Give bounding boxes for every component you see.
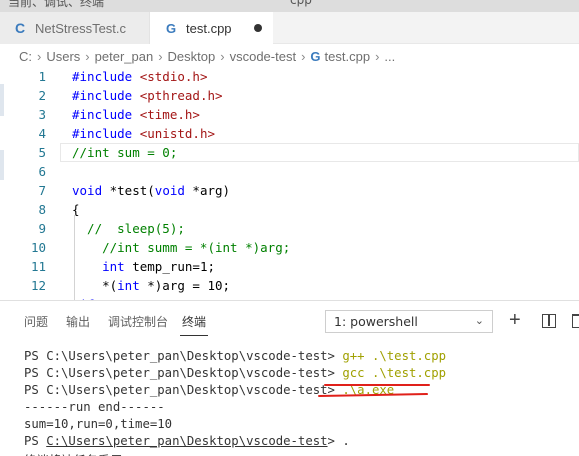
- code-text: #include <unistd.h>: [72, 126, 215, 141]
- code-text: int temp_run=1;: [102, 259, 215, 274]
- breadcrumb-item[interactable]: Desktop: [168, 49, 216, 64]
- line-number: 10: [30, 240, 46, 255]
- code-line[interactable]: 12 *(int *)arg = 10;: [0, 276, 579, 295]
- tab-problems[interactable]: 问题: [24, 313, 48, 330]
- code-text: #include <stdio.h>: [72, 69, 208, 84]
- terminal-line: PS C:\Users\peter_pan\Desktop\vscode-tes…: [24, 349, 447, 363]
- tab-test-cpp[interactable]: G test.cpp: [150, 12, 273, 44]
- code-line[interactable]: 7 void *test(void *arg): [0, 181, 579, 200]
- terminal-line: ------run end------: [24, 400, 165, 414]
- terminal-panel: 问题 输出 调试控制台 终端 1: powershell ⌄ + PS C:\U…: [0, 300, 579, 456]
- tab-netstresstest[interactable]: C NetStressTest.c: [0, 12, 150, 44]
- chevron-right-icon: ›: [158, 48, 163, 64]
- breadcrumb-item[interactable]: Users: [46, 49, 80, 64]
- cpp-file-icon: G: [310, 48, 321, 64]
- tab-output[interactable]: 输出: [66, 313, 90, 330]
- terminal-select-value: 1: powershell: [334, 314, 418, 329]
- chevron-right-icon: ›: [220, 48, 225, 64]
- line-number: 9: [38, 221, 46, 236]
- line-number: 3: [38, 107, 46, 122]
- terminal-line: PS C:\Users\peter_pan\Desktop\vscode-tes…: [24, 434, 350, 448]
- chevron-down-icon: ⌄: [474, 314, 484, 327]
- terminal-line: sum=10,run=0,time=10: [24, 417, 173, 431]
- code-line[interactable]: 2 #include <pthread.h>: [0, 86, 579, 105]
- code-line[interactable]: 1 #include <stdio.h>: [0, 67, 579, 86]
- trash-icon[interactable]: [572, 314, 579, 328]
- code-text: //int sum = 0;: [72, 145, 178, 160]
- line-number: 2: [38, 88, 46, 103]
- terminal-select[interactable]: 1: powershell ⌄: [325, 310, 493, 333]
- line-number: 11: [30, 259, 46, 274]
- split-terminal-icon[interactable]: [542, 314, 556, 328]
- code-text: *(int *)arg = 10;: [72, 278, 231, 293]
- code-text: #include <pthread.h>: [72, 88, 223, 103]
- title-bar-text-right: cpp: [290, 0, 312, 7]
- line-number: 1: [38, 69, 46, 84]
- code-text: // sleep(5);: [72, 221, 185, 236]
- line-number: 8: [38, 202, 46, 217]
- unsaved-dot-icon[interactable]: [253, 24, 262, 32]
- title-bar: 当前、调试、终端 cpp: [0, 0, 579, 12]
- code-line[interactable]: 5 //int sum = 0;: [0, 143, 579, 162]
- tab-label: test.cpp: [186, 20, 232, 36]
- code-line[interactable]: 6: [0, 162, 579, 181]
- code-line[interactable]: 3 #include <time.h>: [0, 105, 579, 124]
- terminal-line: PS C:\Users\peter_pan\Desktop\vscode-tes…: [24, 366, 447, 380]
- cpp-file-icon: G: [166, 20, 177, 36]
- editor-tab-bar: C NetStressTest.c G test.cpp: [0, 12, 579, 44]
- line-number: 4: [38, 126, 46, 141]
- breadcrumb-item[interactable]: ...: [384, 49, 395, 64]
- line-number: 5: [38, 145, 46, 160]
- code-text: #include <time.h>: [72, 107, 200, 122]
- line-number: 6: [38, 164, 46, 179]
- breadcrumb: C: › Users › peter_pan › Desktop › vscod…: [0, 45, 579, 67]
- code-line[interactable]: 9 // sleep(5);: [0, 219, 579, 238]
- line-number: 12: [30, 278, 46, 293]
- code-line[interactable]: 10 //int summ = *(int *)arg;: [0, 238, 579, 257]
- breadcrumb-item[interactable]: C:: [19, 49, 32, 64]
- code-text: void *test(void *arg): [72, 183, 231, 198]
- breadcrumb-item[interactable]: peter_pan: [95, 49, 154, 64]
- plus-icon[interactable]: +: [509, 309, 521, 332]
- code-text: //int summ = *(int *)arg;: [72, 240, 291, 255]
- red-annotation-underline: [324, 384, 430, 386]
- code-text: {: [72, 202, 80, 217]
- panel-tab-bar: 问题 输出 调试控制台 终端 1: powershell ⌄ +: [0, 301, 579, 343]
- breadcrumb-item[interactable]: test.cpp: [325, 49, 371, 64]
- code-line[interactable]: 11 int temp_run=1;: [0, 257, 579, 276]
- tab-terminal[interactable]: 终端: [179, 313, 209, 336]
- code-editor[interactable]: 1 #include <stdio.h> 2 #include <pthread.h>…: [0, 67, 579, 300]
- code-line[interactable]: 4 #include <unistd.h>: [0, 124, 579, 143]
- chevron-right-icon: ›: [301, 48, 306, 64]
- chevron-right-icon: ›: [85, 48, 90, 64]
- tab-debug-console[interactable]: 调试控制台: [108, 313, 168, 330]
- terminal-line: 终端将被任务重用: [24, 451, 122, 456]
- title-bar-text: 当前、调试、终端: [8, 0, 105, 9]
- chevron-right-icon: ›: [375, 48, 380, 64]
- c-file-icon: C: [15, 20, 26, 36]
- tab-label: NetStressTest.c: [35, 20, 127, 36]
- breadcrumb-item[interactable]: vscode-test: [230, 49, 296, 64]
- chevron-right-icon: ›: [37, 48, 42, 64]
- line-number: 7: [38, 183, 46, 198]
- code-line[interactable]: 8{: [0, 200, 579, 219]
